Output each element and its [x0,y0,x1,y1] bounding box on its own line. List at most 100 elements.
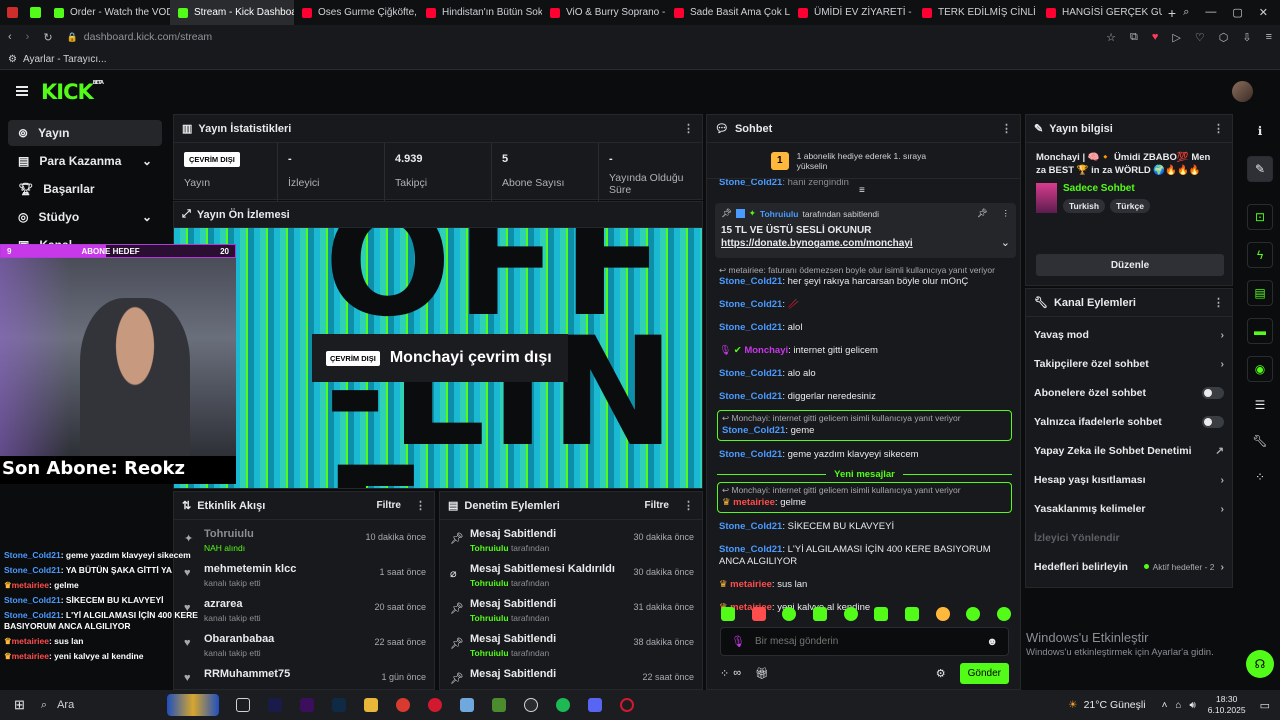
chat-bubble-icon[interactable]: ▬ [1247,318,1273,344]
more-icon[interactable]: ⋮ [1213,122,1224,135]
lightning-icon[interactable]: ϟ [1247,242,1273,268]
emote-icon[interactable] [782,607,797,621]
sidebar-item-basarilar[interactable]: 🏆︎ Başarılar [8,176,162,202]
network-icon[interactable]: ⌂ [1175,700,1181,711]
obs-icon[interactable] [523,698,538,712]
browser-tab[interactable]: ÜMİDİ EV ZİYARETİ - Yo [790,0,914,25]
info-icon[interactable]: ℹ [1247,118,1273,144]
points-icon[interactable]: ⁘ [1247,464,1273,490]
edit-button[interactable]: Düzenle [1036,254,1224,276]
list-item[interactable]: 📌︎ Mesaj Sabitlendi 22 saat önce [440,664,702,689]
action-banned-words[interactable]: Yasaklanmış kelimeler › [1026,494,1232,523]
tag-chip[interactable]: Turkish [1063,199,1106,213]
more-icon[interactable]: ⋮ [683,122,694,135]
url-field[interactable]: dashboard.kick.com/stream [84,31,212,43]
emote-icon[interactable] [996,607,1011,621]
sidebar-toggle-icon[interactable] [24,7,46,18]
points-icon[interactable]: ⁘ [720,667,729,680]
maximize-icon[interactable]: ▢ [1232,6,1242,19]
browser-tab[interactable]: Stream - Kick Dashboard [170,0,294,25]
download-icon[interactable]: ⇩ [1242,31,1251,44]
screenshot-icon[interactable]: ⧉ [1130,31,1138,44]
chat-user[interactable]: Stone_Cold21 [719,521,782,532]
browser-tab[interactable]: ViO & Burry Soprano - Y [542,0,666,25]
chat-input-box[interactable]: 🎙︎ ☻ [720,627,1009,656]
chat-user[interactable]: Stone_Cold21 [719,179,782,188]
premiere-pro-icon[interactable] [299,698,314,712]
reload-icon[interactable]: ↻ [43,31,52,44]
search-tabs-icon[interactable]: ⌕ [1183,6,1189,19]
chat-user[interactable]: Stone_Cold21 [719,299,782,310]
widgets-banner[interactable] [166,694,219,716]
weather-widget[interactable]: ☀ 21°C Güneşli [1068,699,1145,711]
chat-input[interactable] [754,636,977,647]
more-icon[interactable]: ⋮ [1213,296,1224,309]
opera-gx-icon[interactable] [619,698,634,712]
windows-start-icon[interactable]: ⊞ [14,697,25,713]
heart-icon[interactable]: ♡ [1195,31,1205,44]
action-followers-only[interactable]: Takipçilere özel sohbet › [1026,349,1232,378]
new-tab-icon[interactable]: + [1162,5,1182,21]
chrome-icon[interactable] [395,698,410,712]
browser-tab[interactable]: Hindistan'ın Bütün Sokak [418,0,542,25]
more-icon[interactable]: ⋮ [415,499,426,512]
emote-icon[interactable] [935,607,950,621]
filter-button[interactable]: Filtre [377,500,401,511]
forward-icon[interactable]: › [26,31,30,43]
sidebar-item-para-kazanma[interactable]: ▤ Para Kazanma ⌄ [8,148,162,174]
photoshop-icon[interactable] [331,698,346,712]
opera-icon[interactable] [427,698,442,712]
taskbar-search[interactable]: ⌕ Ara [35,690,167,720]
camera-icon[interactable]: ⊡ [1247,204,1273,230]
infinity-icon[interactable]: ∞ [733,667,741,679]
pinned-message[interactable]: 📌︎ ✦ Tohruiulu tarafından sabitlendi 📌︎ … [715,203,1016,258]
toggle-switch[interactable] [1202,386,1224,399]
list-item[interactable]: ⌀ Mesaj Sabitlemesi Kaldırıldı Tohruiulu t… [440,559,702,594]
play-icon[interactable]: ▷ [1172,31,1180,44]
browser-tab[interactable]: Oses Gurme Çiğköfte, K [294,0,418,25]
chat-user[interactable]: Stone_Cold21 [719,391,782,402]
action-account-age[interactable]: Hesap yaşı kısıtlaması › [1026,465,1232,494]
action-subscribers-only[interactable]: Abonelere özel sohbet [1026,378,1232,407]
more-icon[interactable]: ⋮ [1002,208,1011,219]
bookmark-icon[interactable]: ☆ [1106,31,1116,44]
chat-user[interactable]: Stone_Cold21 [719,368,782,379]
folder-icon[interactable] [363,698,378,712]
pencil-icon[interactable]: ✎ [1247,156,1273,182]
clock[interactable]: 18:30 6.10.2025 [1208,694,1246,716]
chat-user[interactable]: Monchayi [744,345,788,356]
list-item[interactable]: 📌︎ Mesaj Sabitlendi Tohruiulu tarafından 31… [440,594,702,629]
action-emotes-only[interactable]: Yalnızca ifadelerle sohbet [1026,407,1232,436]
gift-icon[interactable]: 🎁︎ [755,667,769,680]
bookmark-settings[interactable]: Ayarlar - Tarayıcı... [23,54,107,65]
send-button[interactable]: Gönder [959,662,1009,684]
emote-icon[interactable] [812,607,827,621]
scroll-down-icon[interactable]: ≡ [859,185,865,196]
browser-tab[interactable]: HANGİSİ GERÇEK GURB [1038,0,1162,25]
tray-overflow-icon[interactable]: ˄ [1162,700,1168,711]
sidebar-item-studyo[interactable]: ◎ Stüdyo ⌄ [8,204,162,230]
emote-icon[interactable] [904,607,919,621]
emote-icon[interactable] [966,607,981,621]
kick-logo[interactable]: KICKBETA [41,80,104,104]
list-item[interactable]: ♥ RRMuhammet75 1 gün önce [174,664,434,689]
pinned-link[interactable]: https://donate.bynogame.com/monchayi [721,238,913,249]
notification-icon[interactable]: ▭ [1260,699,1270,712]
action-slow-mode[interactable]: Yavaş mod › [1026,320,1232,349]
more-icon[interactable]: ⋮ [683,499,694,512]
chat-user[interactable]: Stone_Cold21 [722,425,785,436]
browser-tab[interactable]: TERK EDİLMİŞ CİNLİ KÖ [914,0,1038,25]
browser-tab[interactable]: Order - Watch the VOD o [46,0,170,25]
layout-icon[interactable]: ☰ [1247,392,1273,418]
chat-user[interactable]: Stone_Cold21 [719,322,782,333]
extensions-icon[interactable]: ⬡ [1219,31,1229,44]
shield-icon[interactable]: ♥ [1152,31,1159,44]
category-link[interactable]: Sadece Sohbet [1063,183,1150,194]
menu-icon[interactable]: ≡ [1266,31,1272,44]
chevron-down-icon[interactable]: ⌄ [1001,236,1010,249]
close-window-icon[interactable]: ✕ [1259,6,1268,19]
tag-chip[interactable]: Türkçe [1110,199,1150,213]
settings-icon[interactable]: ⚙ [936,667,946,680]
more-icon[interactable]: ⋮ [1001,122,1012,135]
support-icon[interactable]: ☊ [1246,650,1274,678]
